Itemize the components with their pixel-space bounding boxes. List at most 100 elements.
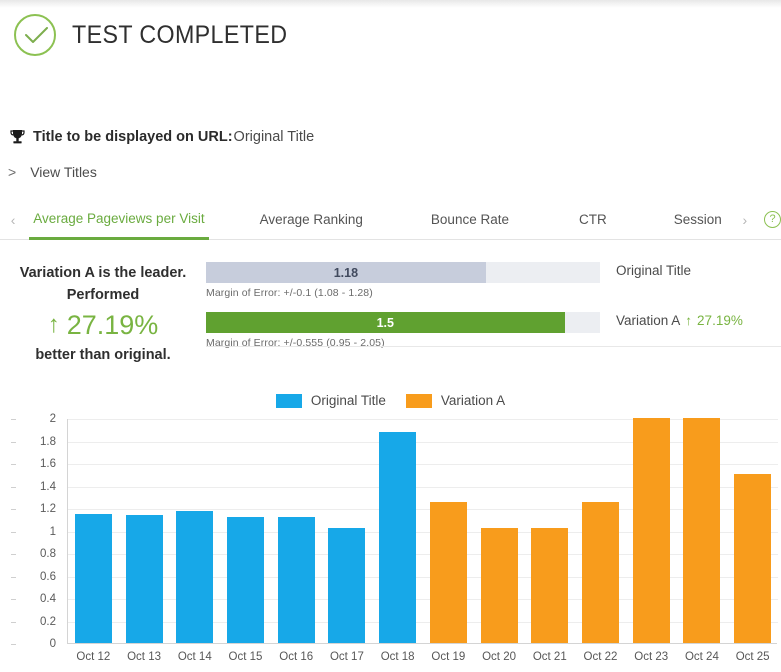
y-axis-tick-label: 0.6 [11,571,56,583]
legend-label: Original Title [310,393,386,408]
y-axis-tick-mark [11,554,16,555]
uplift-value: 27.19% [66,310,159,340]
x-axis-tick-label: Oct 16 [279,651,314,663]
chart-bar[interactable] [379,431,417,643]
tab-average-pageviews-per-visit[interactable]: Average Pageviews per Visit [29,200,209,240]
tab-bounce-rate[interactable]: Bounce Rate [427,200,513,240]
legend-item-original[interactable]: Original Title [275,393,386,408]
leader-line-3: better than original. [35,347,171,363]
leader-line-2: Performed [66,287,140,303]
uplift-arrow-icon: ↑ [685,313,693,328]
uplift-arrow-icon: ↑ [47,311,60,338]
x-axis-tick-label: Oct 12 [76,651,111,663]
x-axis-tick-label: Oct 24 [684,651,719,663]
legend-swatch [405,393,432,408]
pageviews-bar-chart: Average Pageviews per Visit 00.20.40.60.… [0,412,781,672]
x-axis-tick-label: Oct 25 [735,651,770,663]
legend-label: Variation A [440,393,506,408]
metric-tabs: ‹ Average Pageviews per Visit Average Ra… [0,200,781,240]
tab-ctr[interactable]: CTR [575,200,611,240]
chart-bar[interactable] [328,528,366,643]
y-axis-tick-mark [11,576,16,578]
tab-average-ranking[interactable]: Average Ranking [256,200,367,240]
x-axis-tick-label: Oct 18 [380,651,415,663]
chart-bar[interactable] [734,474,772,643]
legend-item-variation[interactable]: Variation A [405,393,506,408]
tab-label: Session [673,212,722,227]
tab-label: Average Pageviews per Visit [33,210,205,226]
trophy-icon [10,129,25,145]
comparison-row-original: 1.18 Margin of Error: +/-0.1 (1.08 - 1.2… [206,262,781,299]
chart-bar[interactable] [531,528,569,643]
bar-track: 1.18 [206,262,600,283]
chevron-right-icon: > [8,164,17,180]
chart-bar[interactable] [176,511,214,643]
y-axis-tick-label: 1.8 [11,436,56,448]
view-titles-toggle[interactable]: > View Titles [8,164,97,180]
x-axis-tick-label: Oct 19 [431,651,466,663]
leader-uplift: ↑ 27.19% [8,306,198,344]
gridline [68,486,778,488]
tabs-next-arrow-icon[interactable]: › [732,212,758,228]
y-axis-tick-label: 1.2 [11,503,56,515]
y-axis-tick-mark [11,441,16,443]
chart-bar[interactable] [277,517,315,643]
margin-of-error-original: Margin of Error: +/-0.1 (1.08 - 1.28) [206,287,373,299]
page-header: TEST COMPLETED [14,14,304,56]
y-axis-tick-label: 0 [11,638,56,650]
bar-label-name: Original Title [616,263,692,278]
bar-value: 1.18 [333,265,359,280]
y-axis-tick-label: 1 [11,526,56,538]
y-axis-tick-mark [11,644,16,645]
tab-label: Average Ranking [259,212,363,227]
gridline [68,441,778,443]
gridline [68,509,778,510]
bar-label-variation: Variation A ↑ 27.19% [616,313,743,328]
chart-bar[interactable] [429,502,467,643]
y-axis-tick-label: 2 [11,413,56,425]
x-axis-tick-label: Oct 15 [228,651,263,663]
tab-label: Bounce Rate [430,212,509,227]
chart-bar[interactable] [125,514,163,643]
gridline [68,554,778,555]
x-axis-tick-label: Oct 23 [634,651,669,663]
bar-value: 1.5 [376,315,394,330]
gridline [68,621,778,623]
y-axis-tick-mark [11,599,16,600]
margin-of-error-variation: Margin of Error: +/-0.555 (0.95 - 2.05) [206,337,385,349]
x-axis-tick-label: Oct 20 [482,651,517,663]
help-icon[interactable]: ? [764,211,781,228]
chart-bar[interactable] [227,517,264,643]
y-axis-tick-mark [11,531,16,533]
chart-bar[interactable] [582,502,619,643]
winning-title-value: Original Title [233,129,315,145]
y-axis-tick-mark [11,621,16,623]
page-title: TEST COMPLETED [72,20,288,49]
top-gradient-strip [0,0,781,8]
bar-fill-variation: 1.5 [206,312,565,333]
y-axis-tick-mark [11,464,16,465]
tab-label: CTR [578,212,607,227]
chart-bar[interactable] [480,528,518,643]
view-titles-label: View Titles [30,164,97,180]
gridline [68,464,778,465]
chart-bar[interactable] [74,513,112,643]
leader-line-1: Variation A is the leader. [19,265,187,281]
y-axis-tick-label: 0.8 [11,548,56,560]
x-axis-tick-label: Oct 22 [583,651,618,663]
chart-bar[interactable] [683,418,721,643]
winning-title-line: Title to be displayed on URL : Original … [10,129,314,145]
y-axis-tick-label: 0.4 [11,593,56,605]
y-axis-tick-mark [11,419,16,420]
chart-bar[interactable] [632,418,670,643]
legend-swatch [275,393,302,408]
winning-title-separator: : [227,129,233,145]
tabs-prev-arrow-icon[interactable]: ‹ [0,212,26,228]
y-axis-tick-label: 1.6 [11,458,56,470]
x-axis-tick-label: Oct 14 [177,651,212,663]
tab-session[interactable]: Session [670,200,726,240]
bar-label-uplift: 27.19% [697,313,743,328]
plot-area: 0 0.2 0.4 0.6 0.8 1 1.2 1.4 1.6 1.8 2 Oct 12 Oct 13 O… [11,413,778,663]
winning-title-label: Title to be displayed on URL [33,129,228,145]
bar-label-original: Original Title [616,263,691,278]
